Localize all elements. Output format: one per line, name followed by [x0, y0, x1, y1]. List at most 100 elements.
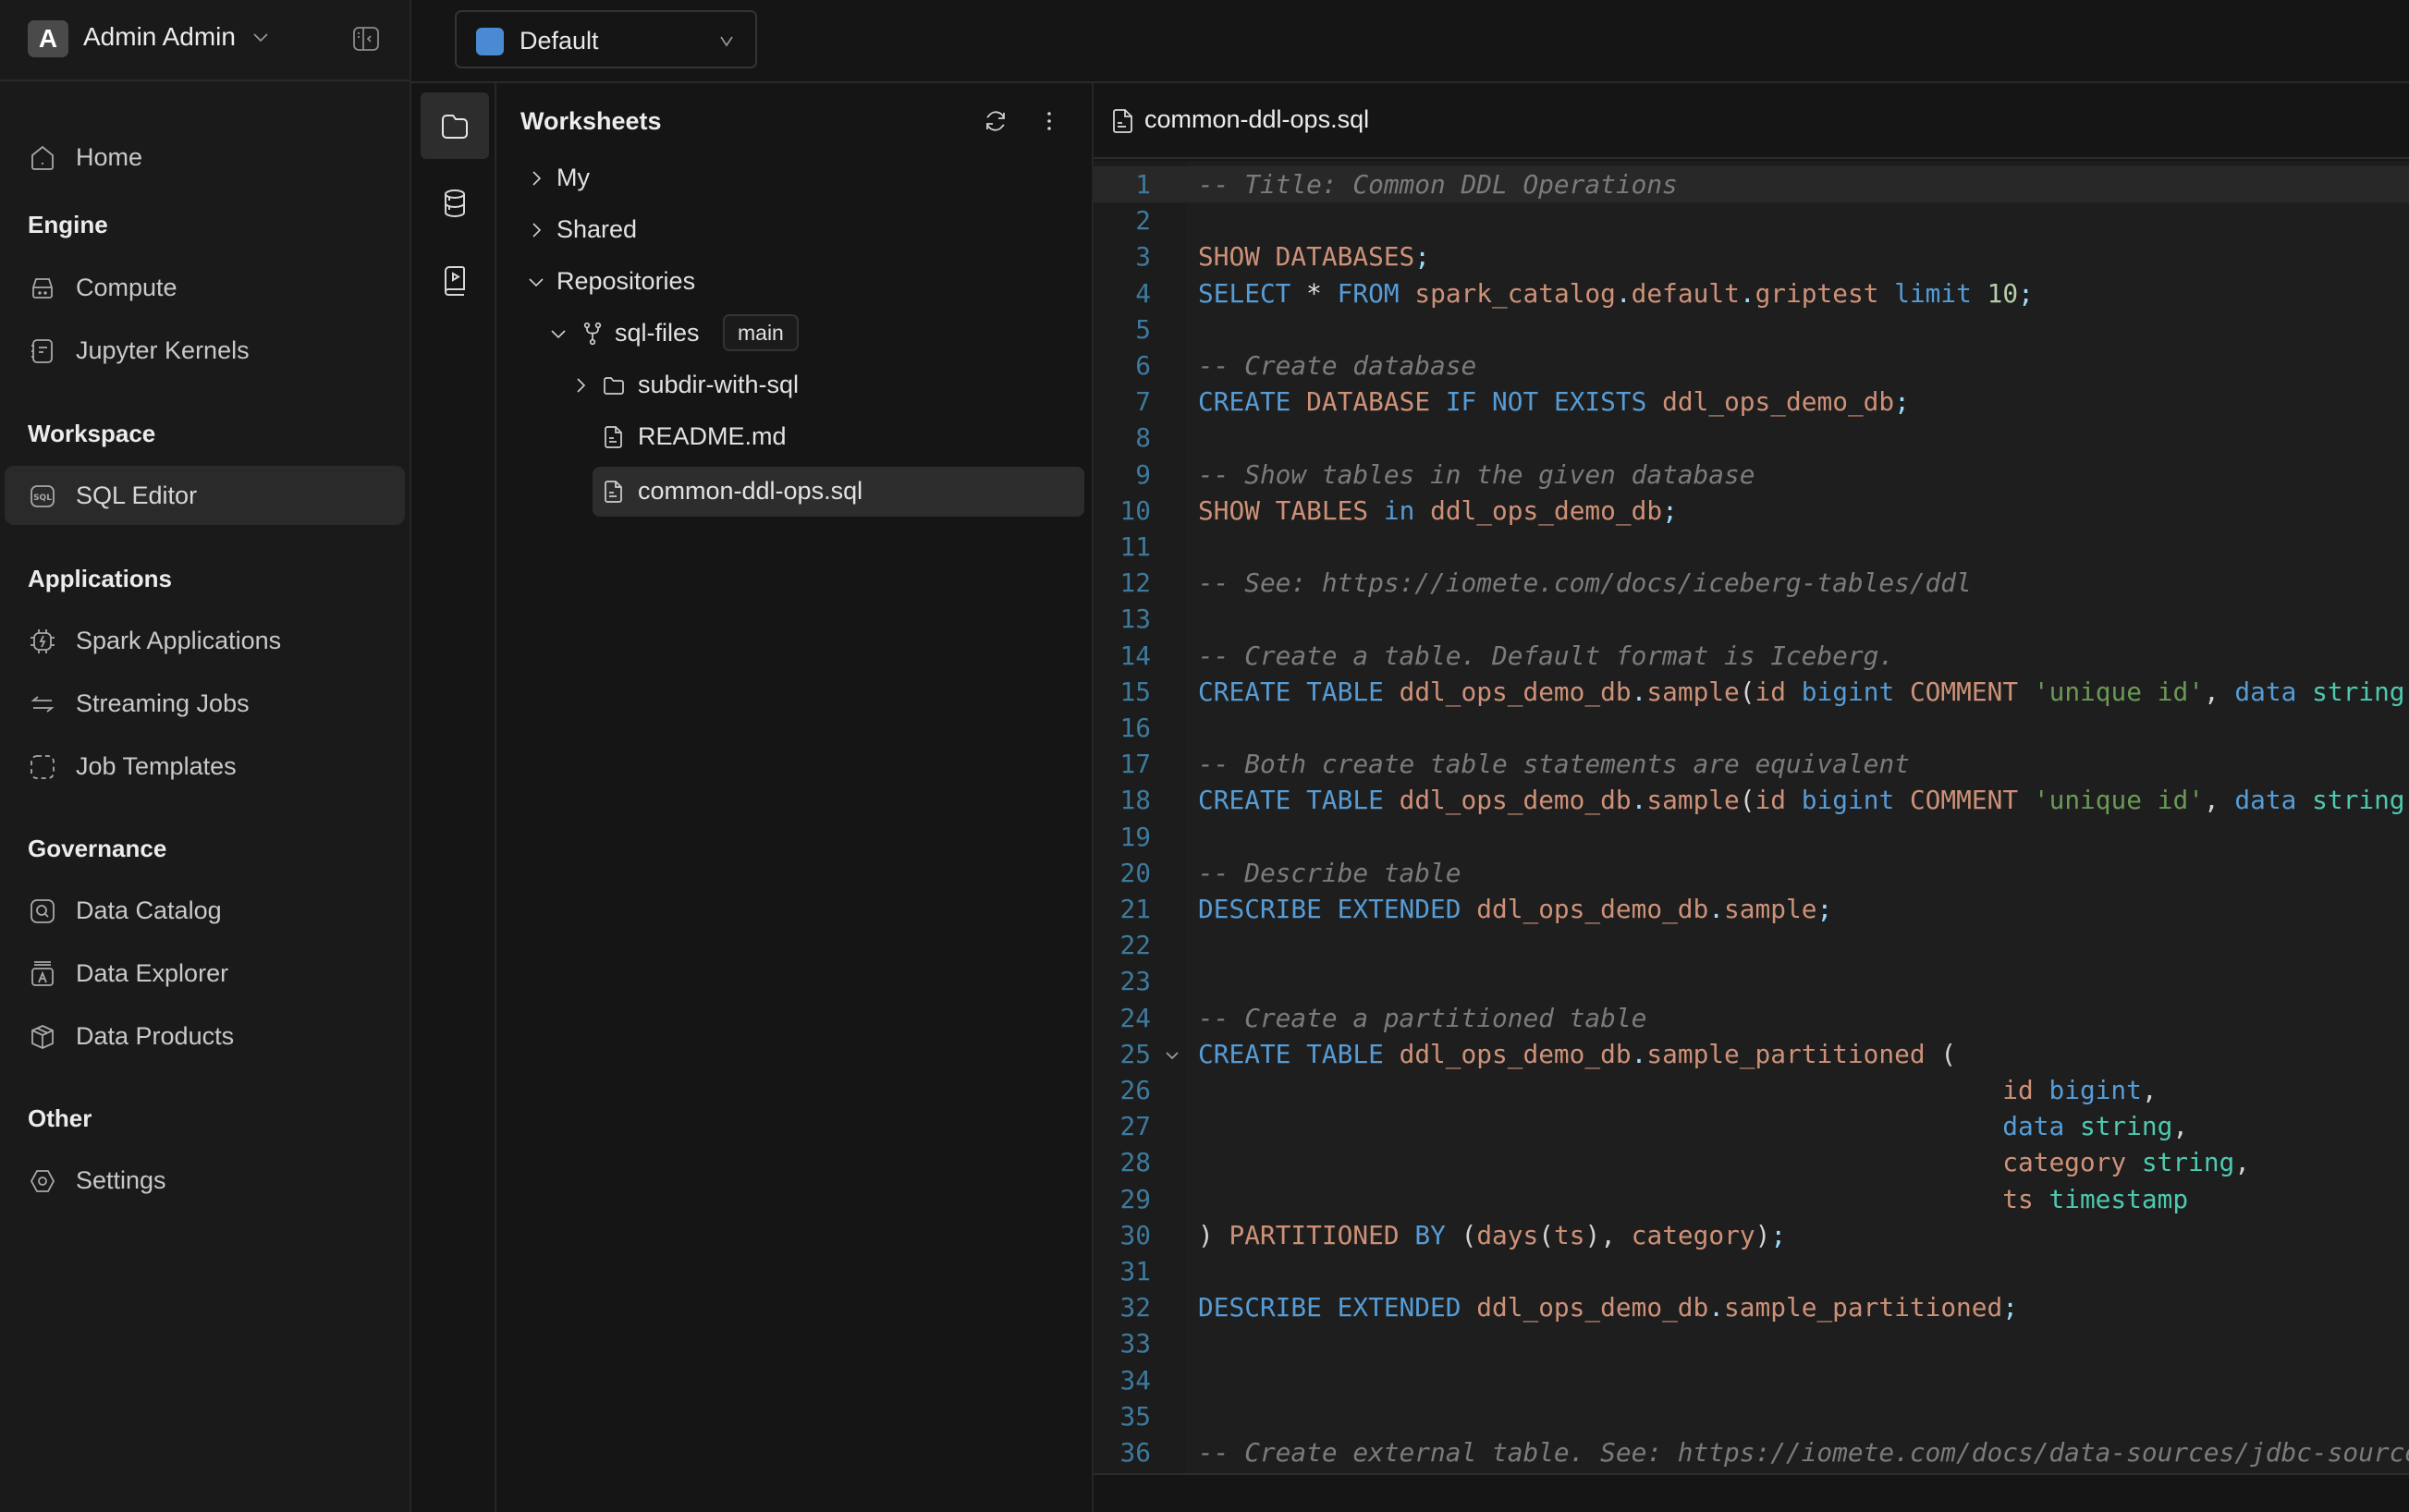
code-token: ,	[2234, 1147, 2251, 1178]
code-line[interactable]: 15 CREATE TABLE ddl_ops_demo_db.sample(id…	[1094, 674, 2409, 710]
tree-item-my[interactable]: My	[496, 153, 1088, 203]
tree-item-folder-subdir-with-sql[interactable]: subdir-with-sql	[496, 360, 1088, 410]
sidebar-item-data-catalog[interactable]: Data Catalog	[5, 881, 405, 940]
chevron-down-icon[interactable]	[250, 26, 272, 48]
tree-item-repo-sql-files[interactable]: sql-files main	[496, 309, 1088, 359]
code-line[interactable]: 8	[1094, 420, 2409, 456]
more-vertical-icon[interactable]	[1035, 107, 1063, 135]
code-text: -- Both create table statements are equi…	[1198, 746, 1910, 782]
code-line[interactable]: 20 -- Describe table	[1094, 855, 2409, 891]
code-line[interactable]: 27 data string,	[1094, 1108, 2409, 1144]
branch-badge[interactable]: main	[723, 314, 799, 351]
sidebar-item-data-explorer[interactable]: Data Explorer	[5, 944, 405, 1003]
code-line[interactable]: 18 CREATE TABLE ddl_ops_demo_db.sample(id…	[1094, 782, 2409, 818]
chevron-right-icon[interactable]	[526, 168, 546, 189]
sidebar-item-home[interactable]: Home	[5, 128, 405, 187]
code-text: -- Create external table. See: https://i…	[1198, 1434, 2409, 1470]
code-line[interactable]: 10 SHOW TABLES in ddl_ops_demo_db;	[1094, 493, 2409, 529]
code-line[interactable]: 24 -- Create a partitioned table	[1094, 1000, 2409, 1036]
code-line[interactable]: 25 CREATE TABLE ddl_ops_demo_db.sample_pa…	[1094, 1036, 2409, 1072]
code-line[interactable]: 29 ts timestamp	[1094, 1181, 2409, 1217]
code-line[interactable]: 1 -- Title: Common DDL Operations	[1094, 166, 2409, 203]
code-token: bigint	[1801, 676, 1895, 707]
line-number: 19	[1119, 821, 1151, 852]
code-line[interactable]: 26 id bigint,	[1094, 1072, 2409, 1108]
code-token: limit	[1894, 277, 1972, 309]
code-token: string	[2312, 676, 2405, 707]
chevron-right-icon[interactable]	[570, 375, 591, 396]
refresh-icon[interactable]	[982, 107, 1009, 135]
code-line[interactable]: 33	[1094, 1325, 2409, 1361]
line-number: 28	[1119, 1147, 1151, 1178]
code-line[interactable]: 22	[1094, 927, 2409, 963]
sidebar-item-settings[interactable]: Settings	[5, 1151, 405, 1210]
code-line[interactable]: 21 DESCRIBE EXTENDED ddl_ops_demo_db.samp…	[1094, 891, 2409, 927]
code-line[interactable]: 9 -- Show tables in the given database	[1094, 457, 2409, 493]
code-line[interactable]: 6 -- Create database	[1094, 348, 2409, 384]
code-line[interactable]: 5	[1094, 311, 2409, 348]
code-line[interactable]: 30) PARTITIONED BY (days(ts), category);	[1094, 1217, 2409, 1253]
sidebar-item-job-templates[interactable]: Job Templates	[5, 737, 405, 796]
tree-item-shared[interactable]: Shared	[496, 205, 1088, 255]
line-number: 36	[1119, 1437, 1151, 1468]
sidebar-item-compute[interactable]: Compute	[5, 258, 405, 317]
sidebar-item-spark-applications[interactable]: Spark Applications	[5, 611, 405, 670]
code-line[interactable]: 16	[1094, 710, 2409, 746]
fold-chevron-icon[interactable]	[1164, 1047, 1180, 1064]
code-line[interactable]: 4 SELECT * FROM spark_catalog.default.gri…	[1094, 275, 2409, 311]
sidebar-item-sql-editor[interactable]: SQL SQL Editor	[5, 466, 405, 525]
code-line[interactable]: 34	[1094, 1362, 2409, 1398]
code-text: -- Title: Common DDL Operations	[1198, 166, 1678, 202]
chevron-down-icon[interactable]	[526, 272, 546, 292]
code-line[interactable]: 13	[1094, 601, 2409, 637]
code-line[interactable]: 11	[1094, 529, 2409, 565]
code-line[interactable]: 7 CREATE DATABASE IF NOT EXISTS ddl_ops_d…	[1094, 384, 2409, 420]
tree-item-label: Shared	[556, 215, 638, 243]
code-editor[interactable]: 1 -- Title: Common DDL Operations 2 3 SHOW D…	[1094, 161, 2409, 1473]
code-line[interactable]: 2	[1094, 202, 2409, 238]
database-explorer-tab-button[interactable]	[421, 170, 489, 237]
environment-select[interactable]: Default	[455, 10, 757, 68]
code-line[interactable]: 19	[1094, 819, 2409, 855]
code-line[interactable]: 3 SHOW DATABASES;	[1094, 238, 2409, 274]
code-line[interactable]: 17 -- Both create table statements are eq…	[1094, 746, 2409, 782]
line-number: 18	[1119, 785, 1151, 816]
editor-tab[interactable]: common-ddl-ops.sql	[1094, 83, 2409, 159]
code-token: .	[1708, 1292, 1725, 1323]
code-line[interactable]: 32 DESCRIBE EXTENDED ddl_ops_demo_db.samp…	[1094, 1289, 2409, 1325]
sidebar-item-data-products[interactable]: Data Products	[5, 1006, 405, 1066]
code-line[interactable]: 12 -- See: https://iomete.com/docs/iceber…	[1094, 565, 2409, 601]
sidebar-item-jupyter-kernels[interactable]: Jupyter Kernels	[5, 321, 405, 380]
sidebar-collapse-icon[interactable]	[351, 24, 381, 54]
tree-item-label: Repositories	[556, 267, 696, 295]
code-line[interactable]: 23	[1094, 963, 2409, 999]
code-line[interactable]: 28 category string,	[1094, 1144, 2409, 1180]
code-token: string	[2079, 1111, 2173, 1142]
line-number: 14	[1119, 640, 1151, 671]
code-line[interactable]: 36 -- Create external table. See: https:/…	[1094, 1434, 2409, 1470]
tree-item-file-readme[interactable]: README.md	[496, 412, 1088, 462]
tree-item-repositories[interactable]: Repositories	[496, 257, 1088, 307]
worksheets-title: Worksheets	[520, 107, 662, 135]
code-token: (	[1739, 676, 1755, 707]
chevron-down-icon	[720, 36, 733, 47]
catalog-search-icon	[31, 899, 55, 923]
code-text: id bigint,	[1198, 1072, 2157, 1108]
tree-item-file-common-ddl-ops[interactable]: common-ddl-ops.sql	[593, 467, 1084, 517]
code-line[interactable]: 35	[1094, 1398, 2409, 1434]
code-line[interactable]: 31	[1094, 1253, 2409, 1289]
chevron-right-icon[interactable]	[526, 220, 546, 240]
code-text: data string,	[1198, 1108, 2188, 1144]
code-line[interactable]: 14 -- Create a table. Default format is I…	[1094, 638, 2409, 674]
chevron-down-icon[interactable]	[548, 323, 569, 344]
user-name[interactable]: Admin Admin	[83, 22, 236, 52]
sidebar: A Admin Admin Home Engine Compute Jupyte…	[0, 0, 411, 1512]
worksheets-tab-button[interactable]	[421, 92, 489, 159]
tutorials-tab-button[interactable]	[421, 248, 489, 314]
sidebar-item-streaming-jobs[interactable]: Streaming Jobs	[5, 674, 405, 733]
user-menu[interactable]: A Admin Admin	[0, 0, 410, 81]
editor-scrollbar-area[interactable]	[1094, 1473, 2409, 1512]
